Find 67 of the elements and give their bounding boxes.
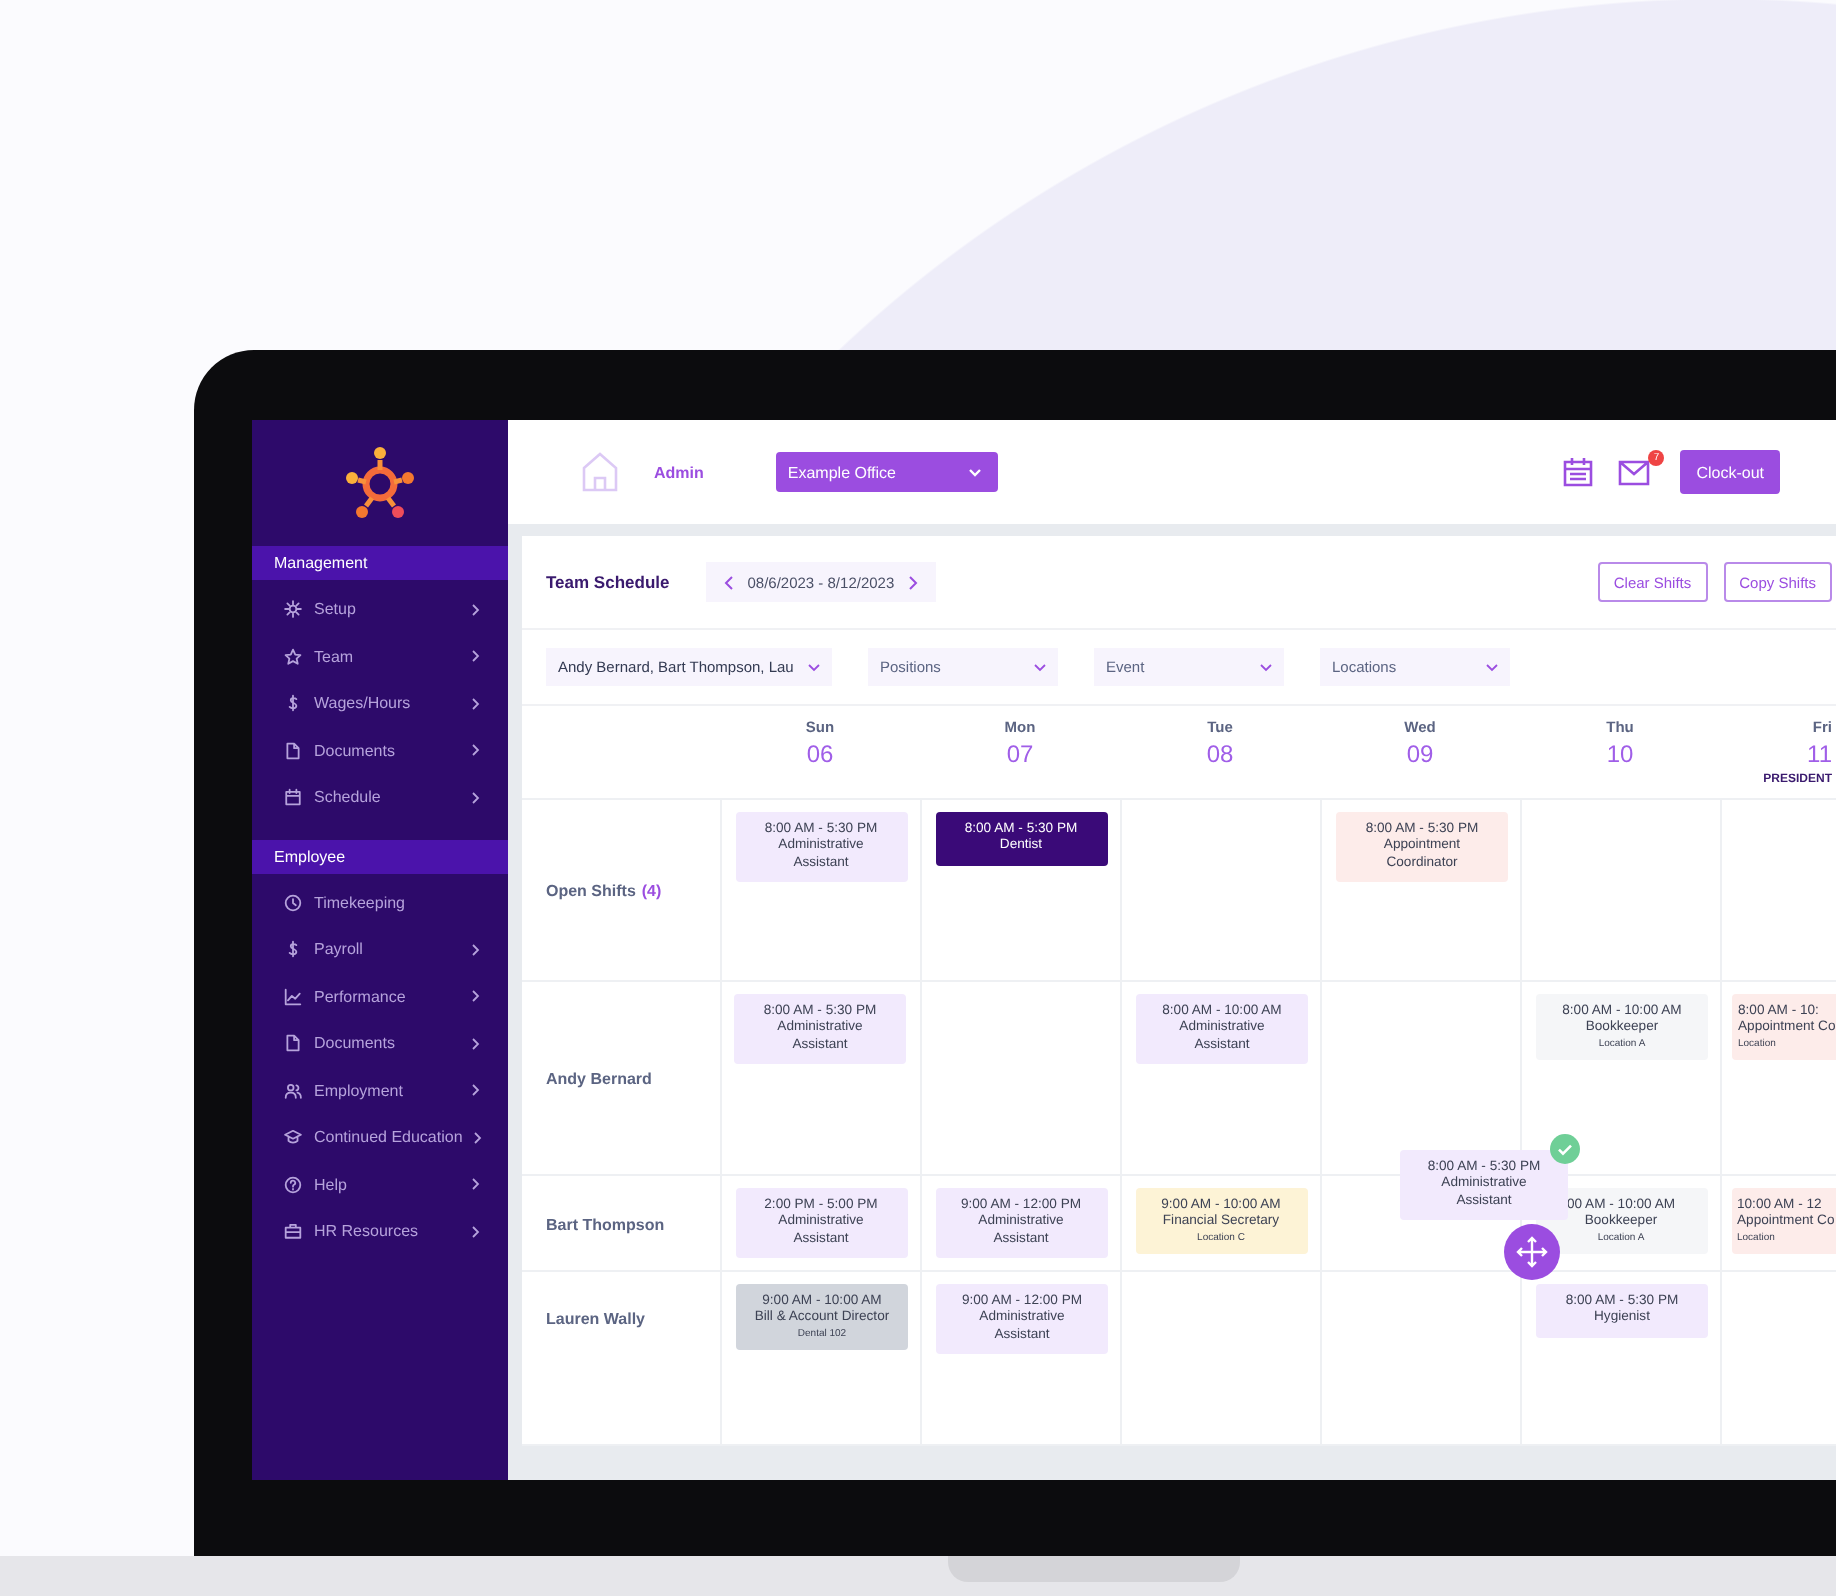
graduation-cap-icon xyxy=(284,1128,302,1147)
sidebar-item[interactable]: Continued Education xyxy=(252,1114,508,1161)
sidebar-section-header: Management xyxy=(252,546,508,580)
row-name: Bart Thompson xyxy=(546,1215,665,1234)
sidebar-item[interactable]: Schedule xyxy=(252,774,508,821)
office-dropdown[interactable]: Example Office xyxy=(775,452,998,492)
calendar-icon[interactable] xyxy=(1562,456,1595,488)
date-number: 07 xyxy=(1006,740,1034,768)
star-icon xyxy=(284,647,302,666)
row-name: Lauren Wally xyxy=(546,1310,645,1328)
check-icon xyxy=(1550,1134,1580,1164)
sidebar-item[interactable]: Documents xyxy=(252,727,508,774)
chevron-right-icon xyxy=(472,1037,480,1050)
chevron-right-icon[interactable] xyxy=(908,575,919,589)
chevron-right-icon xyxy=(474,1131,483,1144)
chevron-right-icon xyxy=(472,791,480,804)
date-number: 06 xyxy=(806,740,834,768)
chevron-right-icon xyxy=(472,650,480,663)
row-name: Andy Bernard xyxy=(546,1069,652,1087)
clock-out-button[interactable]: Clock-out xyxy=(1680,450,1780,494)
document-icon xyxy=(284,1034,302,1053)
chevron-right-icon xyxy=(472,943,480,956)
date-number: 11 xyxy=(1807,740,1832,768)
sidebar-item[interactable]: Setup xyxy=(252,586,508,633)
chevron-down-icon xyxy=(1034,663,1046,671)
sidebar-item[interactable]: Documents xyxy=(252,1020,508,1067)
people-icon xyxy=(284,1081,302,1100)
date-number: 08 xyxy=(1206,740,1234,768)
shift-count: (4) xyxy=(641,881,662,899)
chevron-right-icon xyxy=(472,1225,480,1238)
chevron-down-icon xyxy=(808,663,820,671)
document-icon xyxy=(284,741,302,760)
sidebar-item[interactable]: Wages/Hours xyxy=(252,680,508,727)
sidebar-item[interactable]: HR Resources xyxy=(252,1208,508,1255)
sidebar-item[interactable]: Payroll xyxy=(252,926,508,973)
chevron-left-icon[interactable] xyxy=(723,575,734,589)
chevron-right-icon xyxy=(472,990,480,1003)
schedule-title: Team Schedule xyxy=(546,572,670,592)
chevron-right-icon xyxy=(472,744,480,757)
gear-icon xyxy=(284,600,302,619)
mail-icon[interactable] xyxy=(1618,458,1655,486)
help-icon xyxy=(284,1175,302,1194)
chevron-right-icon xyxy=(472,697,480,710)
sidebar-item[interactable]: Performance xyxy=(252,973,508,1020)
sidebar-item[interactable]: Employment xyxy=(252,1067,508,1114)
chevron-right-icon xyxy=(472,1178,480,1191)
sidebar-item[interactable]: Help xyxy=(252,1161,508,1208)
role-label[interactable]: Admin xyxy=(654,463,704,481)
row-name: Open Shifts xyxy=(546,881,636,899)
chevron-right-icon xyxy=(472,603,480,616)
chevron-down-icon xyxy=(967,467,982,477)
chevron-down-icon xyxy=(1486,663,1498,671)
logo-icon xyxy=(340,443,420,523)
chevron-down-icon xyxy=(1260,663,1272,671)
calendar-icon xyxy=(284,788,302,807)
date-number: 10 xyxy=(1606,740,1634,768)
briefcase-icon xyxy=(284,1222,302,1241)
move-handle-icon[interactable] xyxy=(1504,1224,1560,1280)
sidebar-item[interactable]: Timekeeping xyxy=(252,879,508,926)
chart-icon xyxy=(284,987,302,1006)
chevron-right-icon xyxy=(472,1084,480,1097)
sidebar-section-header: Employee xyxy=(252,839,508,873)
clock-icon xyxy=(284,893,302,912)
dollar-icon xyxy=(284,694,302,713)
dollar-icon xyxy=(284,940,302,959)
date-number: 09 xyxy=(1406,740,1434,768)
sidebar-item[interactable]: Team xyxy=(252,633,508,680)
